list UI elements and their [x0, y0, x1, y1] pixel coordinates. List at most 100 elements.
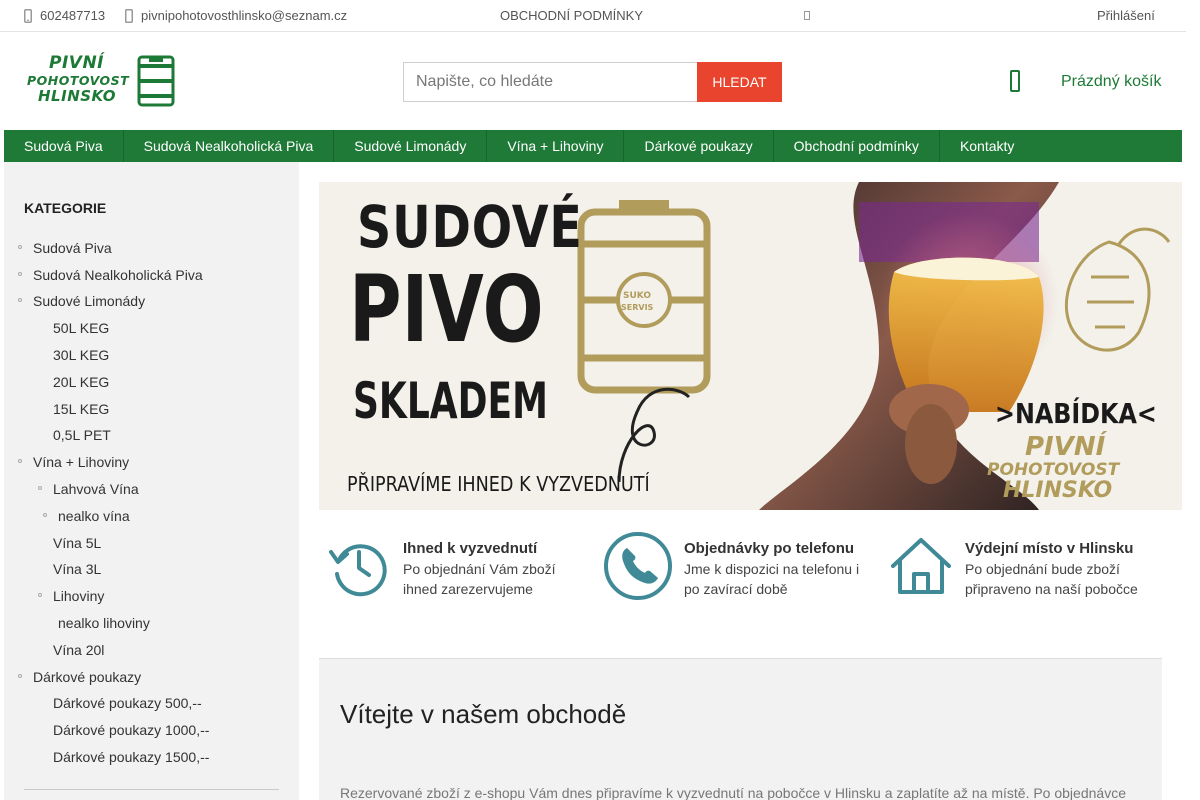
nav-item-sudova-piva[interactable]: Sudová Piva: [4, 130, 124, 162]
category-item[interactable]: Dárkové poukazy 500,--: [53, 696, 202, 710]
category-item[interactable]: 20L KEG: [53, 375, 109, 389]
category-item[interactable]: Dárkové poukazy 1000,--: [53, 723, 209, 737]
promo-banner[interactable]: SUDOVÉ PIVO SKLADEM PŘIPRAVÍME IHNED K V…: [319, 182, 1182, 510]
category-label: Lihoviny: [53, 588, 105, 604]
category-label: Sudová Piva: [33, 240, 112, 256]
category-item[interactable]: Vína + Lihoviny: [18, 454, 130, 470]
bullet-icon: [18, 298, 22, 302]
site-logo[interactable]: PIVNÍ POHOTOVOST HLINSKO: [27, 55, 177, 107]
banner-subline: PŘIPRAVÍME IHNED K VYZVEDNUTÍ: [347, 472, 650, 496]
phone-number: 602487713: [40, 8, 106, 23]
banner-brand-1: PIVNÍ: [1025, 432, 1106, 462]
search-input[interactable]: [403, 62, 697, 102]
bullet-icon: [43, 513, 47, 517]
clock-history-icon: [329, 544, 387, 597]
category-item[interactable]: Lahvová Vína: [38, 481, 139, 497]
logo-line-1: PIVNÍ: [49, 53, 104, 73]
category-item[interactable]: Vína 5L: [53, 536, 101, 550]
category-item[interactable]: Dárkové poukazy: [18, 669, 142, 685]
welcome-section: Vítejte v našem obchodě Rezervované zbož…: [319, 658, 1162, 800]
search-button[interactable]: Hledat: [697, 62, 782, 102]
category-item[interactable]: Dárkové poukazy 1500,--: [53, 750, 209, 764]
welcome-title: Vítejte v našem obchodě: [340, 699, 627, 729]
nav-item-kontakty[interactable]: Kontakty: [940, 130, 1034, 162]
feature-title: Objednávky po telefonu: [684, 540, 855, 557]
mail-icon: [125, 8, 133, 23]
feature-title: Výdejní místo v Hlinsku: [965, 540, 1134, 557]
feature-item: Objednávky po telefonu Jme k dispozici n…: [602, 530, 882, 610]
bullet-icon: [18, 674, 22, 678]
category-item[interactable]: Vína 20l: [53, 643, 104, 657]
category-label: Vína + Lihoviny: [33, 454, 130, 470]
category-label: Dárkové poukazy: [33, 669, 142, 685]
feature-strip: Ihned k vyzvednutí Po objednání Vám zbož…: [319, 530, 1182, 610]
sidebar-title: Kategorie: [24, 200, 107, 216]
category-item[interactable]: 30L KEG: [53, 348, 109, 362]
category-item[interactable]: Lihoviny: [38, 588, 105, 604]
feature-item: Výdejní místo v Hlinsku Po objednání bud…: [885, 530, 1175, 610]
favorites-icon[interactable]: [804, 0, 810, 31]
nav-item-vina-lihoviny[interactable]: Vína + Lihoviny: [487, 130, 625, 162]
category-item[interactable]: Vína 3L: [53, 562, 101, 576]
cart-icon: [1010, 70, 1032, 94]
category-label: Sudové Limonády: [33, 293, 146, 309]
bullet-icon: [38, 593, 42, 597]
email-address: pivnipohotovosthlinsko@seznam.cz: [141, 8, 348, 23]
category-item[interactable]: Sudová Nealkoholická Piva: [18, 267, 203, 283]
nav-item-obchodni-podminky[interactable]: Obchodní podmínky: [774, 130, 940, 162]
feature-text: Po objednání Vám zboží ihned zarezervuje…: [403, 559, 556, 599]
keg-logo-icon: [137, 55, 175, 107]
bullet-icon: [18, 459, 22, 463]
login-link[interactable]: Přihlášení: [1097, 0, 1155, 31]
feature-text-line: po zavírací době: [684, 581, 788, 597]
welcome-text: Rezervované zboží z e-shopu Vám dnes při…: [340, 785, 1126, 800]
category-sidebar: Kategorie Sudová Piva Sudová Nealkoholic…: [4, 162, 299, 800]
feature-text: Po objednání bude zboží připraveno na na…: [965, 559, 1138, 599]
category-item[interactable]: 15L KEG: [53, 402, 109, 416]
category-item[interactable]: nealko lihoviny: [58, 616, 150, 630]
cart-label: Prázdný košík: [1061, 73, 1162, 90]
category-item[interactable]: 0,5L PET: [53, 428, 111, 442]
feature-text-line: ihned zarezervujeme: [403, 581, 533, 597]
bullet-icon: [18, 245, 22, 249]
logo-line-2: POHOTOVOST: [27, 73, 130, 88]
feature-text-line: Po objednání bude zboží: [965, 561, 1120, 577]
feature-text-line: Po objednání Vám zboží: [403, 561, 556, 577]
banner-brand-2: POHOTOVOST: [987, 460, 1120, 480]
email-contact[interactable]: pivnipohotovosthlinsko@seznam.cz: [125, 0, 347, 31]
bullet-icon: [18, 272, 22, 276]
category-item[interactable]: 50L KEG: [53, 321, 109, 335]
banner-headline-2: PIVO: [349, 256, 544, 363]
feature-item: Ihned k vyzvednutí Po objednání Vám zbož…: [325, 530, 595, 610]
phone-contact[interactable]: 602487713: [24, 0, 105, 31]
house-icon: [891, 538, 951, 594]
category-item[interactable]: Sudové Limonády: [18, 293, 146, 309]
main-nav: Sudová Piva Sudová Nealkoholická Piva Su…: [4, 130, 1182, 162]
phone-icon: [24, 8, 32, 23]
keg-label-1: SUKO: [623, 291, 652, 301]
banner-headline-3: SKLADEM: [353, 372, 548, 430]
nav-item-darkove-poukazy[interactable]: Dárkové poukazy: [624, 130, 774, 162]
top-bar: 602487713 pivnipohotovosthlinsko@seznam.…: [0, 0, 1186, 32]
banner-headline-1: SUDOVÉ: [357, 193, 583, 261]
feature-text-line: Jme k dispozici na telefonu i: [684, 561, 860, 577]
category-label: Lahvová Vína: [53, 481, 139, 497]
category-label: nealko vína: [58, 508, 130, 524]
logo-line-3: HLINSKO: [38, 87, 116, 105]
nav-item-limonady[interactable]: Sudové Limonády: [334, 130, 488, 162]
terms-link[interactable]: Obchodní podmínky: [500, 0, 643, 31]
keg-label-2: SERVIS: [621, 303, 654, 312]
banner-brand-3: HLINSKO: [1003, 478, 1113, 503]
feature-text-line: připraveno na naší pobočce: [965, 581, 1138, 597]
bullet-icon: [38, 486, 42, 490]
sidebar-divider: [24, 789, 279, 790]
cart[interactable]: Prázdný košík: [1010, 66, 1161, 98]
category-label: Sudová Nealkoholická Piva: [33, 267, 203, 283]
category-item[interactable]: Sudová Piva: [18, 240, 112, 256]
nav-item-nealko-piva[interactable]: Sudová Nealkoholická Piva: [124, 130, 335, 162]
search-form: Hledat: [403, 62, 782, 102]
banner-offer: >NABÍDKA<: [995, 397, 1157, 430]
category-item[interactable]: nealko vína: [43, 508, 130, 524]
phone-icon: [604, 532, 672, 600]
feature-text: Jme k dispozici na telefonu i po zavírac…: [684, 559, 859, 599]
